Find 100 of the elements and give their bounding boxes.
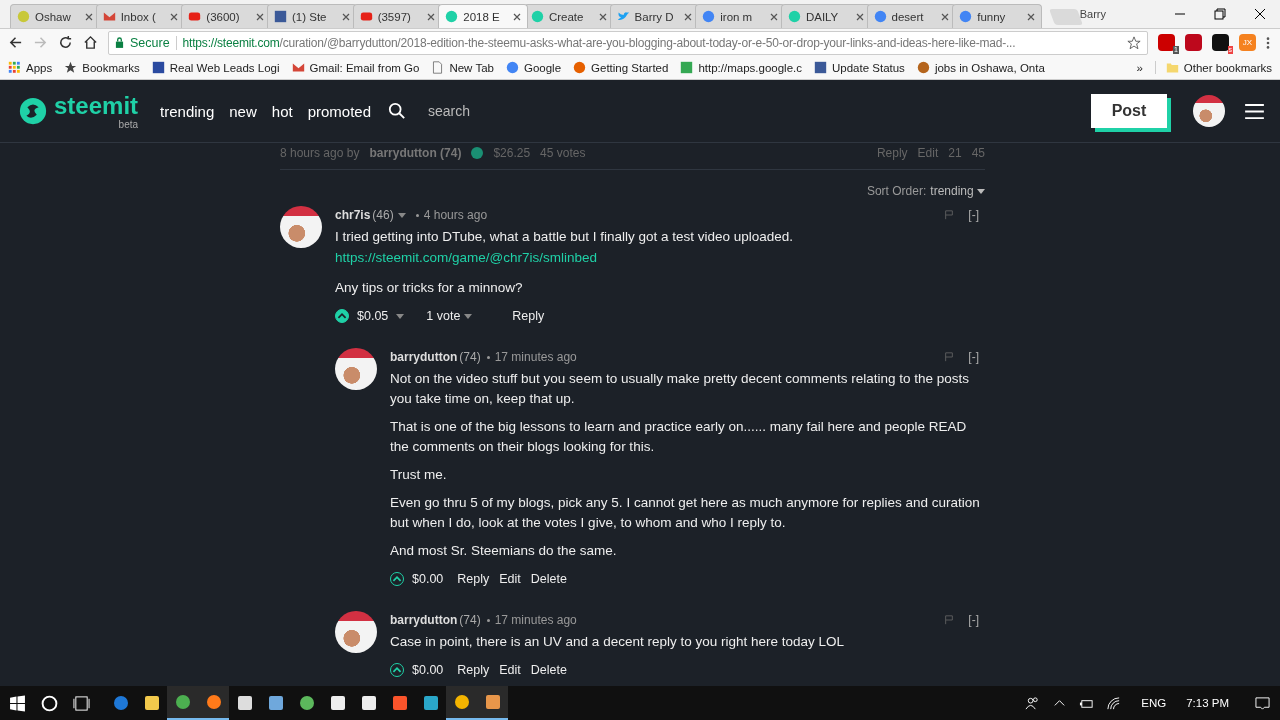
bookmark-icon (291, 61, 305, 74)
clock[interactable]: 7:13 PM (1186, 697, 1229, 709)
comment-payout[interactable]: $0.00 (412, 572, 444, 586)
comment-link[interactable]: https://steemit.com/game/@chr7is/smlinbed (335, 247, 985, 268)
tab-favicon-icon (959, 10, 973, 23)
reload-icon[interactable] (58, 35, 73, 50)
task-view-icon[interactable] (73, 694, 90, 712)
tab-favicon-icon (188, 10, 202, 23)
bookmark-icon (8, 61, 21, 74)
tab-favicon-icon (702, 10, 716, 23)
collapse-toggle[interactable]: [-] (968, 208, 979, 222)
comment-text: I tried getting into DTube, what a battle but I finally got a test video uploaded. (335, 228, 795, 246)
tab-title: iron m (720, 10, 754, 23)
sort-dropdown[interactable]: trending (930, 184, 985, 198)
comment-action-link[interactable]: Reply (457, 663, 490, 677)
comment-author[interactable]: barrydutton (390, 350, 458, 364)
bookmark-item[interactable]: http://maps.google.c (680, 61, 802, 74)
tab-title: (1) Ste (291, 10, 328, 23)
collapse-toggle[interactable]: [-] (968, 350, 979, 364)
comment-text: That is one of the big lessons to learn and practice early on...... many fail here and people READ the comments on their blogs looking for this. (390, 418, 968, 456)
nav-link[interactable]: promoted (307, 102, 372, 120)
restore-icon[interactable] (1214, 8, 1227, 20)
bookmark-item[interactable]: Bookmarks (64, 61, 140, 74)
back-arrow-icon[interactable] (8, 35, 23, 50)
taskbar-app[interactable] (167, 686, 198, 720)
comment-author[interactable]: chr7is (335, 208, 371, 222)
upvote-icon[interactable] (471, 147, 484, 159)
bookmark-icon (916, 61, 930, 74)
comment-action-link[interactable]: Delete (530, 572, 567, 586)
search-field[interactable]: search (428, 103, 471, 119)
comment-time: 4 hours ago (423, 208, 488, 222)
author-reputation: (74) (459, 350, 481, 364)
nav-link[interactable]: trending (160, 102, 215, 120)
taskbar-app[interactable] (198, 686, 229, 720)
address-bar[interactable]: Secure https://steemit.com/curation/@barrydutton/2018-edition-the-steemu-asks-what-are-you-blogging-about-today-or-e-50-or-drop-your-links-and-ideas-here-like-mad-... (108, 30, 1148, 55)
avatar-circle[interactable] (335, 348, 377, 390)
tab-title: DAILY (805, 10, 840, 23)
tab-favicon-icon (359, 10, 373, 23)
tab-title: (3597) (377, 10, 412, 23)
bookmark-item[interactable]: Gmail: Email from Go (291, 61, 420, 74)
profile-name[interactable]: Barry (1079, 8, 1107, 20)
people-icon[interactable] (1025, 695, 1041, 711)
taskbar-app[interactable] (477, 686, 508, 720)
comment-action-link[interactable]: Reply (457, 572, 490, 586)
close-icon[interactable] (512, 12, 521, 21)
tab-favicon-icon (530, 10, 544, 23)
notification-icon[interactable] (1255, 695, 1270, 711)
bookmarks-overflow[interactable]: » (1136, 61, 1143, 74)
comment-action-link[interactable]: Reply (512, 309, 545, 323)
avatar-circle[interactable] (280, 206, 322, 248)
tab-title: Create (548, 10, 585, 23)
menu-icon[interactable] (1266, 35, 1270, 50)
home-icon[interactable] (83, 35, 98, 50)
comment-time: 17 minutes ago (494, 613, 577, 627)
tab-title: Oshaw (35, 10, 72, 23)
menu-icon[interactable] (1245, 103, 1264, 119)
bookmark-item[interactable]: New Tab (431, 61, 494, 74)
comment-payout[interactable]: $0.00 (412, 663, 444, 677)
post-author[interactable]: barrydutton (74) (369, 146, 462, 160)
input-language[interactable]: ENG (1141, 697, 1167, 709)
windows-start-icon[interactable] (9, 694, 26, 712)
bookmark-icon (431, 61, 445, 74)
browser-tab[interactable]: funny (952, 4, 1042, 28)
bookmark-star-icon[interactable] (1127, 35, 1141, 50)
bookmark-item[interactable]: Apps (8, 61, 53, 74)
folder-icon (1165, 61, 1179, 74)
bookmark-item[interactable]: Update Status (814, 61, 905, 74)
comment-action-link[interactable]: Edit (499, 572, 521, 586)
close-icon[interactable] (1254, 8, 1267, 20)
avatar-circle[interactable] (335, 611, 377, 653)
search-icon[interactable] (388, 102, 407, 120)
comment-payout[interactable]: $0.05 (357, 309, 389, 323)
vote-count[interactable]: 1 vote (426, 309, 461, 323)
bookmark-item[interactable]: Google (505, 61, 562, 74)
secure-label: Secure (130, 35, 170, 50)
search-circle-icon[interactable] (41, 694, 58, 712)
upvote-icon[interactable] (335, 309, 349, 323)
avatar-circle[interactable] (1193, 95, 1225, 127)
other-bookmarks[interactable]: Other bookmarks (1154, 61, 1272, 74)
comment-author[interactable]: barrydutton (390, 613, 458, 627)
comment-action-link[interactable]: Delete (530, 663, 567, 677)
comment-text: Even go thru 5 of my blogs, pick any 5. I cannot get here as much anymore for replies and curation but when I do, look at the votes I give, to whom and who I reply to. (390, 494, 981, 532)
bookmark-item[interactable]: Real Web Leads Logi (151, 61, 280, 74)
author-reputation: (46) (372, 208, 394, 222)
collapse-toggle[interactable]: [-] (968, 613, 979, 627)
nav-link[interactable]: hot (271, 102, 293, 120)
bookmark-item[interactable]: Getting Started (573, 61, 669, 74)
tab-title: Barry D (634, 10, 675, 23)
tab-title: 2018 E (463, 10, 501, 23)
extension-icon[interactable] (1185, 34, 1202, 51)
nav-link[interactable]: new (229, 102, 257, 120)
comment-text: Not on the video stuff but you seem to usually make pretty decent comments relating to the posts you take time on, keep that up. (390, 370, 971, 408)
taskbar-app[interactable] (446, 686, 477, 720)
tab-favicon-icon (445, 10, 459, 23)
steemit-logo[interactable]: steemit beta (18, 92, 139, 130)
wifi-icon[interactable] (1106, 695, 1122, 711)
browser-tab[interactable]: 2018 E (438, 4, 528, 28)
view-count: 45 (971, 146, 985, 160)
comment-action-link[interactable]: Edit (499, 663, 521, 677)
bookmark-item[interactable]: jobs in Oshawa, Onta (916, 61, 1045, 74)
